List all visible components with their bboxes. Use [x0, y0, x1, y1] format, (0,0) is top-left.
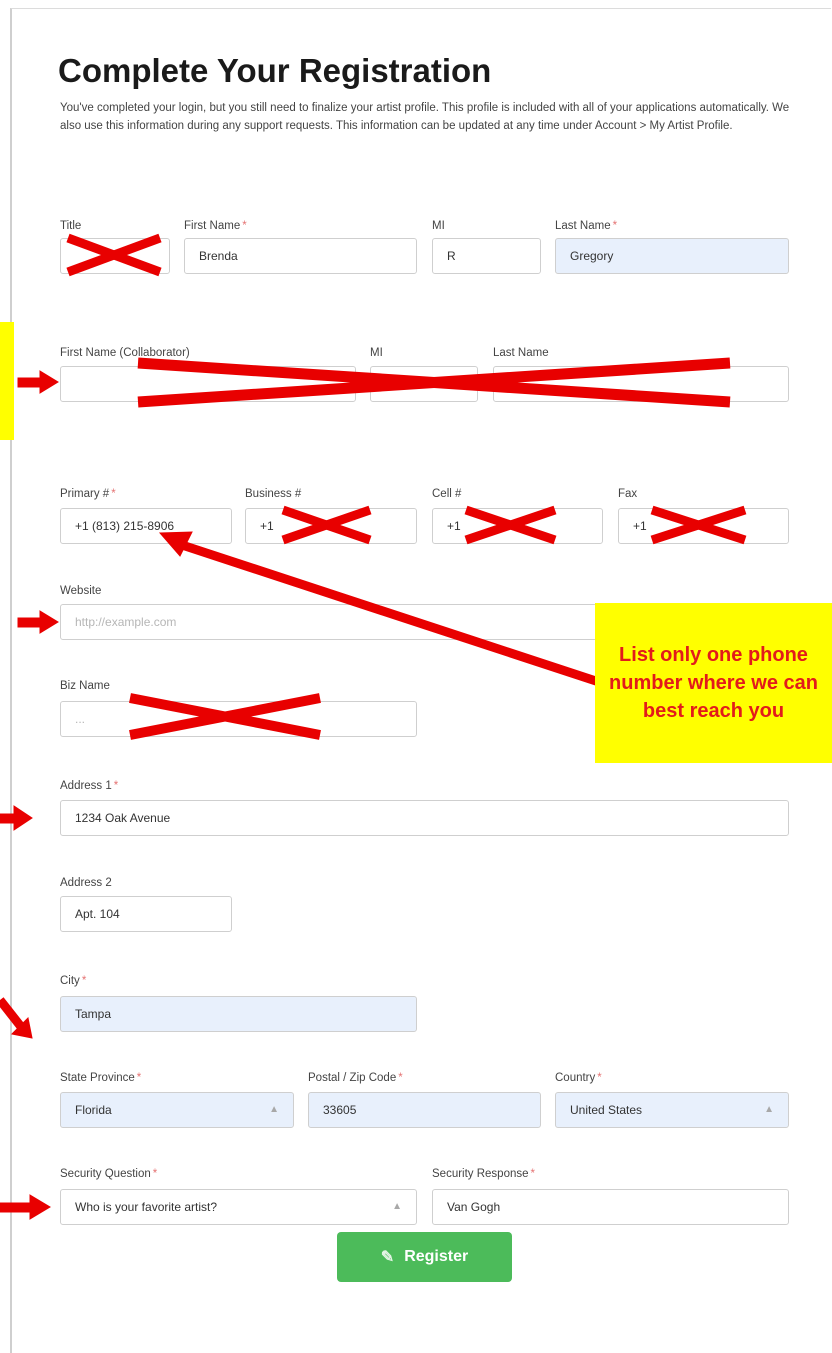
- mi-label: MI: [432, 220, 445, 232]
- postal-label: Postal / Zip Code *: [308, 1072, 403, 1084]
- address2-field[interactable]: Apt. 104: [60, 896, 232, 932]
- business-phone-label: Business #: [245, 488, 302, 500]
- city-field[interactable]: Tampa: [60, 996, 417, 1032]
- address1-label: Address 1 *: [60, 780, 119, 792]
- title-label: Title: [60, 220, 82, 232]
- chevron-updown-icon: ▲︎: [764, 1104, 774, 1115]
- cell-phone-label: Cell #: [432, 488, 462, 500]
- country-label: Country *: [555, 1072, 602, 1084]
- primary-phone-field[interactable]: +1 (813) 215-8906: [60, 508, 232, 544]
- collaborator-first-field[interactable]: [60, 366, 356, 402]
- collaborator-mi-label: MI: [370, 347, 383, 359]
- postal-field[interactable]: 33605: [308, 1092, 541, 1128]
- primary-phone-label: Primary # *: [60, 488, 116, 500]
- first-name-label: First Name *: [184, 220, 247, 232]
- page-title: Complete Your Registration: [58, 52, 492, 89]
- security-question-label: Security Question *: [60, 1168, 158, 1180]
- biz-name-field[interactable]: ...: [60, 701, 417, 737]
- biz-name-label: Biz Name: [60, 680, 110, 692]
- first-name-field[interactable]: Brenda: [184, 238, 417, 274]
- collaborator-mi-field[interactable]: [370, 366, 478, 402]
- mi-field[interactable]: R: [432, 238, 541, 274]
- register-icon: ✎: [380, 1249, 395, 1266]
- intro-text: You've completed your login, but you sti…: [60, 102, 790, 132]
- state-select[interactable]: Florida ▲︎: [60, 1092, 294, 1128]
- fax-label: Fax: [618, 488, 638, 500]
- address1-field[interactable]: 1234 Oak Avenue: [60, 800, 789, 836]
- security-response-field[interactable]: Van Gogh: [432, 1189, 789, 1225]
- address2-label: Address 2: [60, 877, 112, 889]
- state-label: State Province *: [60, 1072, 142, 1084]
- fax-field[interactable]: +1: [618, 508, 789, 544]
- side-highlight: [0, 322, 14, 440]
- register-button[interactable]: ✎ Register: [337, 1232, 512, 1282]
- collaborator-last-label: Last Name: [493, 347, 549, 359]
- annotation-callout: List only one phone number where we can …: [595, 603, 832, 763]
- cell-phone-field[interactable]: +1: [432, 508, 603, 544]
- title-select[interactable]: [60, 238, 170, 274]
- security-question-select[interactable]: Who is your favorite artist? ▲︎: [60, 1189, 417, 1225]
- security-response-label: Security Response *: [432, 1168, 536, 1180]
- last-name-field[interactable]: Gregory: [555, 238, 789, 274]
- city-label: City *: [60, 975, 87, 987]
- chevron-updown-icon: ▲︎: [269, 1104, 279, 1115]
- business-phone-field[interactable]: +1: [245, 508, 417, 544]
- website-label: Website: [60, 585, 102, 597]
- collaborator-last-field[interactable]: [493, 366, 789, 402]
- collaborator-first-label: First Name (Collaborator): [60, 347, 190, 359]
- chevron-updown-icon: ▲︎: [392, 1201, 402, 1212]
- country-select[interactable]: United States ▲︎: [555, 1092, 789, 1128]
- last-name-label: Last Name *: [555, 220, 618, 232]
